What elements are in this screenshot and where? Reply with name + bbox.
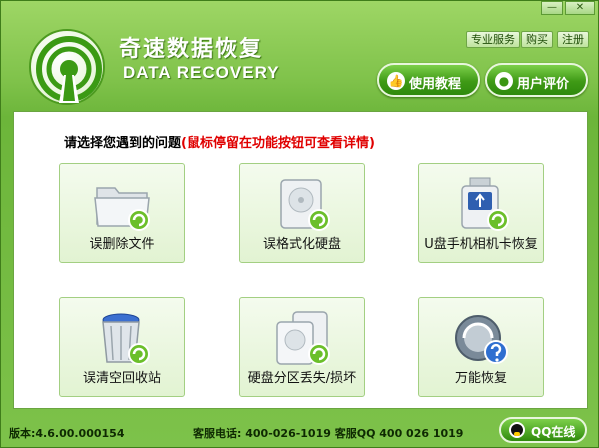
- signal-tower-icon: [36, 36, 102, 103]
- app-title: 奇速数据恢复: [119, 37, 264, 62]
- usb-drive-recover-icon: [461, 177, 509, 231]
- buy-link[interactable]: 购买: [521, 31, 553, 48]
- version-label: 版本:4.6.00.000154: [9, 427, 125, 440]
- minimize-button[interactable]: —: [541, 1, 563, 15]
- harddisk-recover-icon: [280, 179, 330, 231]
- main-panel: 请选择您遇到的问题(鼠标停留在功能按钮可查看详情) 误删除文件 误格式化硬盘 U…: [13, 111, 588, 409]
- thumbs-up-icon: 👍: [387, 72, 405, 90]
- minimize-icon: —: [547, 2, 557, 13]
- prompt-hint: (鼠标停留在功能按钮可查看详情): [181, 136, 375, 151]
- folder-recover-icon: [94, 187, 150, 231]
- contact-info: 客服电话: 400-026-1019 客服QQ 400 026 1019: [193, 427, 464, 440]
- recover-deleted-files-tile[interactable]: 误删除文件: [59, 163, 185, 263]
- app-subtitle: DATA RECOVERY: [123, 63, 280, 82]
- recover-formatted-disk-tile[interactable]: 误格式化硬盘: [239, 163, 365, 263]
- app-logo: [29, 29, 105, 105]
- tutorial-button[interactable]: 👍 使用教程: [377, 63, 480, 97]
- qq-penguin-icon: [509, 422, 525, 438]
- recover-partition-tile[interactable]: 硬盘分区丢失/损坏: [239, 297, 365, 397]
- recover-usb-card-tile[interactable]: U盘手机相机卡恢复: [418, 163, 544, 263]
- partition-recover-icon: [276, 311, 330, 365]
- recover-recycle-bin-tile[interactable]: 误清空回收站: [59, 297, 185, 397]
- close-icon: ✕: [575, 2, 585, 13]
- user-review-button[interactable]: ● 用户评价: [485, 63, 588, 97]
- user-icon: ●: [495, 72, 513, 90]
- universal-recovery-tile[interactable]: 万能恢复: [418, 297, 544, 397]
- app-window: — ✕ 奇速数据恢复 DATA RECOVERY 专业服务 购买 注册 👍 使用…: [0, 0, 599, 448]
- pro-service-link[interactable]: 专业服务: [466, 31, 520, 48]
- qq-online-button[interactable]: QQ在线: [499, 417, 587, 443]
- close-button[interactable]: ✕: [565, 1, 595, 15]
- status-bar: 版本:4.6.00.000154 客服电话: 400-026-1019 客服QQ…: [1, 415, 598, 447]
- recycle-bin-recover-icon: [102, 313, 150, 365]
- problem-prompt: 请选择您遇到的问题(鼠标停留在功能按钮可查看详情): [64, 136, 375, 151]
- universal-help-icon: [455, 315, 508, 364]
- register-link[interactable]: 注册: [557, 31, 589, 48]
